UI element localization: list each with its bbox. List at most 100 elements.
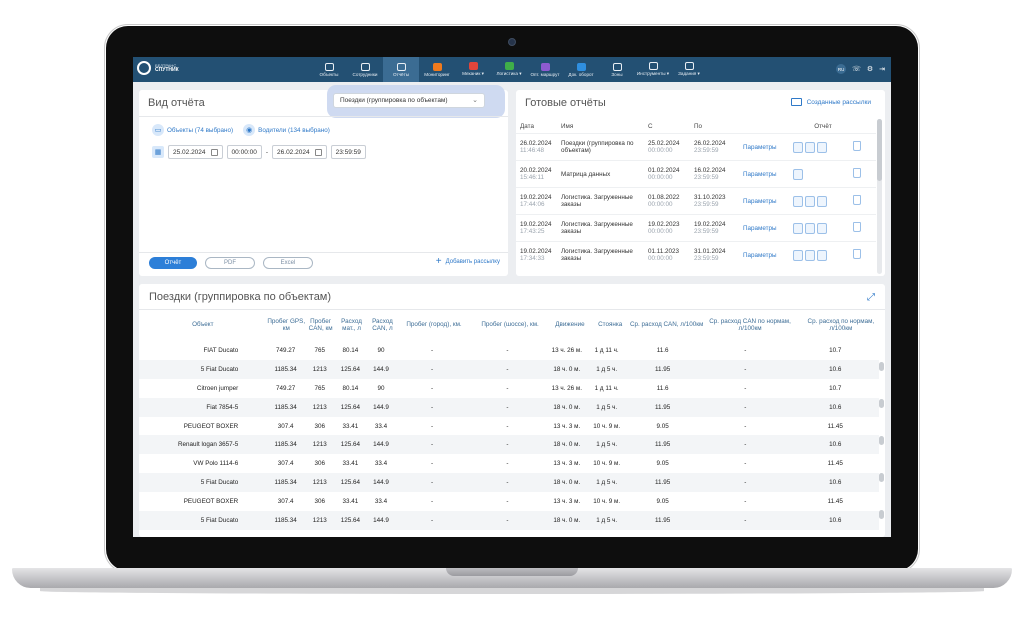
- expand-icon[interactable]: ⤢: [867, 292, 875, 303]
- file-download-icon[interactable]: [805, 222, 815, 234]
- report-button[interactable]: Отчёт: [149, 257, 197, 269]
- reports-scrollbar-thumb[interactable]: [877, 119, 882, 181]
- nav-item-6[interactable]: Опт. маршрут: [527, 57, 563, 82]
- trash-icon[interactable]: [853, 195, 861, 205]
- date-to-input[interactable]: 26.02.2024: [272, 145, 327, 159]
- column-header[interactable]: Пробег CAN, км: [306, 318, 335, 332]
- report-row[interactable]: 19.02.2024 17:43:25 Логистика. Загруженные…: [516, 214, 876, 241]
- report-row[interactable]: 19.02.2024 17:34:33 Логистика. Загруженные…: [516, 241, 876, 268]
- parameters-link[interactable]: Параметры: [743, 144, 793, 151]
- table-row[interactable]: Fiat 7854-5 1185.34 1213 125.64 144.9 - - 18 ч.…: [139, 397, 879, 417]
- report-time: 15:46:11: [520, 174, 545, 181]
- file-download-icon[interactable]: [805, 141, 815, 153]
- people-icon: [360, 62, 370, 71]
- column-header[interactable]: Стоянка: [591, 321, 630, 328]
- time-to-input[interactable]: 23:59:59: [330, 145, 366, 159]
- nav-item-2[interactable]: Отчёты: [383, 57, 419, 82]
- table-cell: -: [744, 441, 747, 449]
- chevron-down-icon: ⌄: [472, 97, 478, 104]
- file-download-icon[interactable]: [793, 222, 803, 234]
- table-cell: 125.64: [340, 441, 360, 449]
- file-download-icon[interactable]: [817, 141, 827, 153]
- column-header[interactable]: Расход CAN, л: [368, 318, 397, 332]
- file-download-icon[interactable]: [817, 222, 827, 234]
- table-row[interactable]: 5 Fiat Ducato 1185.34 1213 125.64 144.9 - - 18 …: [139, 359, 879, 379]
- nav-item-10[interactable]: Задания ▾: [671, 57, 707, 82]
- column-header[interactable]: Пробег (город), км.: [397, 321, 471, 328]
- parameters-link[interactable]: Параметры: [743, 252, 793, 259]
- report-from-time: 00:00:00: [648, 147, 673, 154]
- nav-item-4[interactable]: Механик ▾: [455, 57, 491, 82]
- report-type-select[interactable]: Поездки (группировка по объектам) ⌄: [333, 93, 485, 108]
- trips-table-header: Объект Пробег GPS, км Пробег CAN, км Расход…: [139, 309, 885, 339]
- column-header[interactable]: Объект: [139, 321, 267, 328]
- table-row[interactable]: VW Polo 1114-6 307.4 306 33.41 33.4 - - 13 ч. 3…: [139, 454, 879, 473]
- trash-icon[interactable]: [853, 249, 861, 259]
- column-header[interactable]: Ср. расход CAN, л/100км: [630, 321, 704, 328]
- table-row[interactable]: 5 Fiat Ducato 1185.34 1213 125.64 144.9 - - 18 …: [139, 511, 879, 530]
- file-download-icon[interactable]: [805, 195, 815, 207]
- parameters-link[interactable]: Параметры: [743, 198, 793, 205]
- table-row[interactable]: PEUGEOT BOXER 307.4 306 33.41 33.4 - - 13 ч. 3 …: [139, 417, 879, 436]
- table-cell: -: [506, 403, 509, 411]
- nav-item-3[interactable]: Мониторинг: [419, 57, 455, 82]
- report-row[interactable]: 20.02.2024 15:46:11 Матрица данных 01.02.20…: [516, 160, 876, 187]
- report-time: 17:44:06: [520, 201, 545, 208]
- table-row[interactable]: PEUGEOT BOXER 307.4 306 33.41 33.4 - - 13 ч. 3 …: [139, 492, 879, 511]
- column-header[interactable]: Расход мат., л: [335, 318, 367, 332]
- table-row[interactable]: FIAT Ducato 749.27 765 80.14 90 - - 13 ч. 26 м.…: [139, 341, 879, 360]
- report-row[interactable]: 26.02.2024 11:46:48 Поездки (группировка п…: [516, 133, 876, 160]
- add-mailing-button[interactable]: + Добавить рассылку: [436, 257, 500, 267]
- time-from-input[interactable]: 00:00:00: [226, 145, 262, 159]
- file-download-icon[interactable]: [805, 249, 815, 261]
- nav-item-1[interactable]: Сотрудники: [347, 57, 383, 82]
- created-mailings-link[interactable]: Созданные рассылки: [790, 98, 871, 106]
- file-download-icon[interactable]: [793, 141, 803, 153]
- table-cell: -: [431, 384, 434, 392]
- objects-selector[interactable]: ▭ Объекты (74 выбрано): [152, 124, 233, 136]
- nav-item-5[interactable]: Логистика ▾: [491, 57, 527, 82]
- nav-item-label: Док. оборот: [568, 71, 594, 77]
- gear-icon[interactable]: ⚙: [867, 65, 873, 73]
- pdf-button[interactable]: PDF: [205, 257, 255, 269]
- file-download-icon[interactable]: [793, 168, 803, 180]
- trash-icon[interactable]: [853, 141, 861, 151]
- table-cell: 13 ч. 26 м.: [551, 384, 582, 392]
- file-download-icon[interactable]: [793, 249, 803, 261]
- table-cell: 11.6: [656, 346, 669, 354]
- trash-icon[interactable]: [853, 168, 861, 178]
- truck-icon: [324, 62, 334, 71]
- route-icon: [540, 62, 550, 71]
- table-cell: 125.64: [340, 479, 360, 487]
- column-header[interactable]: Ср. расход CAN по нормам, л/100км: [703, 318, 796, 332]
- nav-item-8[interactable]: Зоны: [599, 57, 635, 82]
- parameters-link[interactable]: Параметры: [743, 225, 793, 232]
- nav-item-9[interactable]: Инструменты ▾: [635, 57, 671, 82]
- table-cell: 125.64: [340, 516, 360, 524]
- language-button[interactable]: RU: [836, 64, 847, 74]
- trash-icon[interactable]: [853, 222, 861, 232]
- parameters-link[interactable]: Параметры: [743, 171, 793, 178]
- tasks-icon: [684, 62, 694, 70]
- column-header[interactable]: Ср. расход по нормам, л/100км: [797, 318, 885, 332]
- table-row[interactable]: Renault logan 3657-5 1185.34 1213 125.64 144…: [139, 435, 879, 455]
- table-row[interactable]: 5 Fiat Ducato 1185.34 1213 125.64 144.9 - - 18 …: [139, 473, 879, 493]
- logo[interactable]: БЕЛТРАНС СПУТНИК: [137, 61, 179, 75]
- table-cell: 1185.34: [274, 516, 297, 524]
- logout-icon[interactable]: ⇥: [879, 65, 885, 73]
- excel-button[interactable]: Excel: [263, 257, 313, 269]
- file-download-icon[interactable]: [817, 249, 827, 261]
- nav-item-0[interactable]: Объекты: [311, 57, 347, 82]
- date-from-input[interactable]: 25.02.2024: [168, 145, 223, 159]
- report-row[interactable]: 19.02.2024 17:44:06 Логистика. Загруженные…: [516, 187, 876, 214]
- phone-icon[interactable]: ☏: [852, 65, 861, 73]
- drivers-selector[interactable]: ◉ Водители (134 выбрано): [243, 124, 330, 136]
- nav-item-7[interactable]: Док. оборот: [563, 57, 599, 82]
- report-to-time: 23:59:59: [694, 255, 719, 262]
- column-header[interactable]: Пробег (шоссе), км.: [471, 321, 550, 328]
- column-header[interactable]: Пробег GPS, км: [267, 318, 306, 332]
- file-download-icon[interactable]: [817, 195, 827, 207]
- file-download-icon[interactable]: [793, 195, 803, 207]
- table-row[interactable]: Citroen jumper 749.27 765 80.14 90 - - 13 ч. 26…: [139, 379, 879, 398]
- column-header[interactable]: Движение: [549, 321, 590, 328]
